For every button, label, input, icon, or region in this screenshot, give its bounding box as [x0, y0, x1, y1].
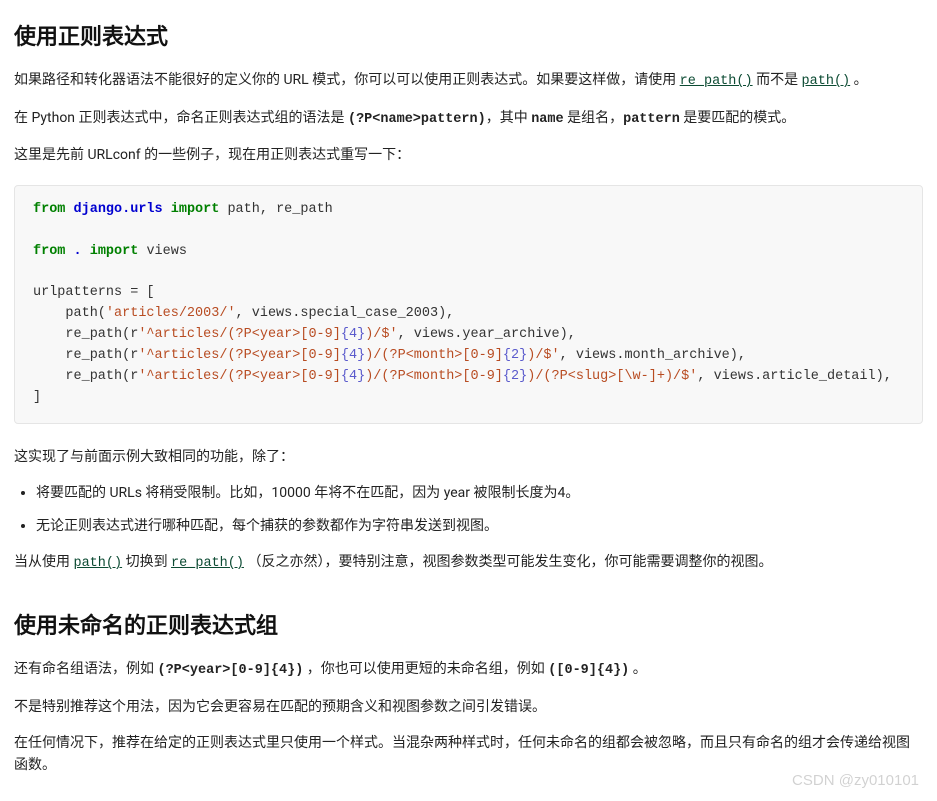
kw: from [33, 244, 65, 259]
text: path( [33, 306, 106, 321]
quant: {2} [503, 369, 527, 384]
string: '^articles/(?P<year>[0-9] [138, 348, 341, 363]
string: )/$' [365, 327, 397, 342]
text: re_path(r [33, 348, 138, 363]
link-path[interactable]: path() [73, 556, 122, 571]
string: )/(?P<month>[0-9] [365, 369, 503, 384]
para-syntax: 在 Python 正则表达式中，命名正则表达式组的语法是 (?P<name>pa… [14, 107, 923, 131]
string: '^articles/(?P<year>[0-9] [138, 327, 341, 342]
text: views [138, 244, 187, 259]
quant: {4} [341, 327, 365, 342]
para-one-style: 在任何情况下，推荐在给定的正则表达式里只使用一个样式。当混杂两种样式时，任何未命… [14, 732, 923, 777]
text: ，你也可以使用更短的未命名组，例如 [303, 661, 548, 677]
code-line: ] [33, 390, 41, 405]
text: 还有命名组语法，例如 [14, 661, 157, 677]
module: . [74, 244, 82, 259]
heading-use-regex: 使用正则表达式 [14, 20, 923, 55]
para-switch-note: 当从使用 path() 切换到 re_path() （反之亦然），要特别注意，视… [14, 551, 923, 575]
heading-unnamed-groups: 使用未命名的正则表达式组 [14, 609, 923, 644]
inline-code-pattern: pattern [623, 112, 680, 127]
inline-code-unnamed: ([0-9]{4}) [548, 663, 629, 678]
inline-code-syntax: (?P<name>pattern) [348, 112, 486, 127]
text: , views.article_detail), [697, 369, 891, 384]
text: path, re_path [219, 202, 332, 217]
string: '^articles/(?P<year>[0-9] [138, 369, 341, 384]
text: , views.year_archive), [398, 327, 576, 342]
list-item: 将要匹配的 URLs 将稍受限制。比如，10000 年将不在匹配，因为 year… [36, 482, 923, 504]
text: 而不是 [753, 72, 802, 88]
text: re_path(r [33, 327, 138, 342]
link-re-path[interactable]: re_path() [171, 556, 244, 571]
text: 在 Python 正则表达式中，命名正则表达式组的语法是 [14, 110, 348, 126]
quant: {4} [341, 369, 365, 384]
link-path[interactable]: path() [802, 74, 851, 89]
para-not-recommended: 不是特别推荐这个用法，因为它会更容易在匹配的预期含义和视图参数之间引发错误。 [14, 696, 923, 718]
text: 。 [850, 72, 867, 88]
string: )/(?P<slug>[\w-]+)/$' [527, 369, 697, 384]
text: 。 [629, 661, 646, 677]
para-unnamed-intro: 还有命名组语法，例如 (?P<year>[0-9]{4}) ，你也可以使用更短的… [14, 658, 923, 682]
quant: {2} [503, 348, 527, 363]
string: )/$' [527, 348, 559, 363]
text: 如果路径和转化器语法不能很好的定义你的 URL 模式，你可以可以使用正则表达式。… [14, 72, 680, 88]
text: re_path(r [33, 369, 138, 384]
text: , views.month_archive), [560, 348, 746, 363]
string: 'articles/2003/' [106, 306, 236, 321]
inline-code-named: (?P<year>[0-9]{4}) [157, 663, 303, 678]
text: 是要匹配的模式。 [680, 110, 795, 126]
text: 当从使用 [14, 554, 73, 570]
kw: import [90, 244, 139, 259]
text: 是组名， [564, 110, 623, 126]
code-line: urlpatterns = [ [33, 285, 155, 300]
string: )/(?P<month>[0-9] [365, 348, 503, 363]
quant: {4} [341, 348, 365, 363]
link-re-path[interactable]: re_path() [680, 74, 753, 89]
differences-list: 将要匹配的 URLs 将稍受限制。比如，10000 年将不在匹配，因为 year… [14, 482, 923, 537]
inline-code-name: name [531, 112, 563, 127]
code-block-urlconf: from django.urls import path, re_path fr… [14, 185, 923, 424]
text: （反之亦然），要特别注意，视图参数类型可能发生变化，你可能需要调整你的视图。 [244, 554, 772, 570]
para-differs: 这实现了与前面示例大致相同的功能，除了： [14, 446, 923, 468]
kw: import [171, 202, 220, 217]
text: ，其中 [486, 110, 531, 126]
text: , views.special_case_2003), [236, 306, 455, 321]
list-item: 无论正则表达式进行哪种匹配，每个捕获的参数都作为字符串发送到视图。 [36, 515, 923, 537]
module: django.urls [74, 202, 163, 217]
para-intro: 如果路径和转化器语法不能很好的定义你的 URL 模式，你可以可以使用正则表达式。… [14, 69, 923, 93]
text: 切换到 [122, 554, 171, 570]
kw: from [33, 202, 65, 217]
para-example-lead: 这里是先前 URLconf 的一些例子，现在用正则表达式重写一下： [14, 144, 923, 166]
